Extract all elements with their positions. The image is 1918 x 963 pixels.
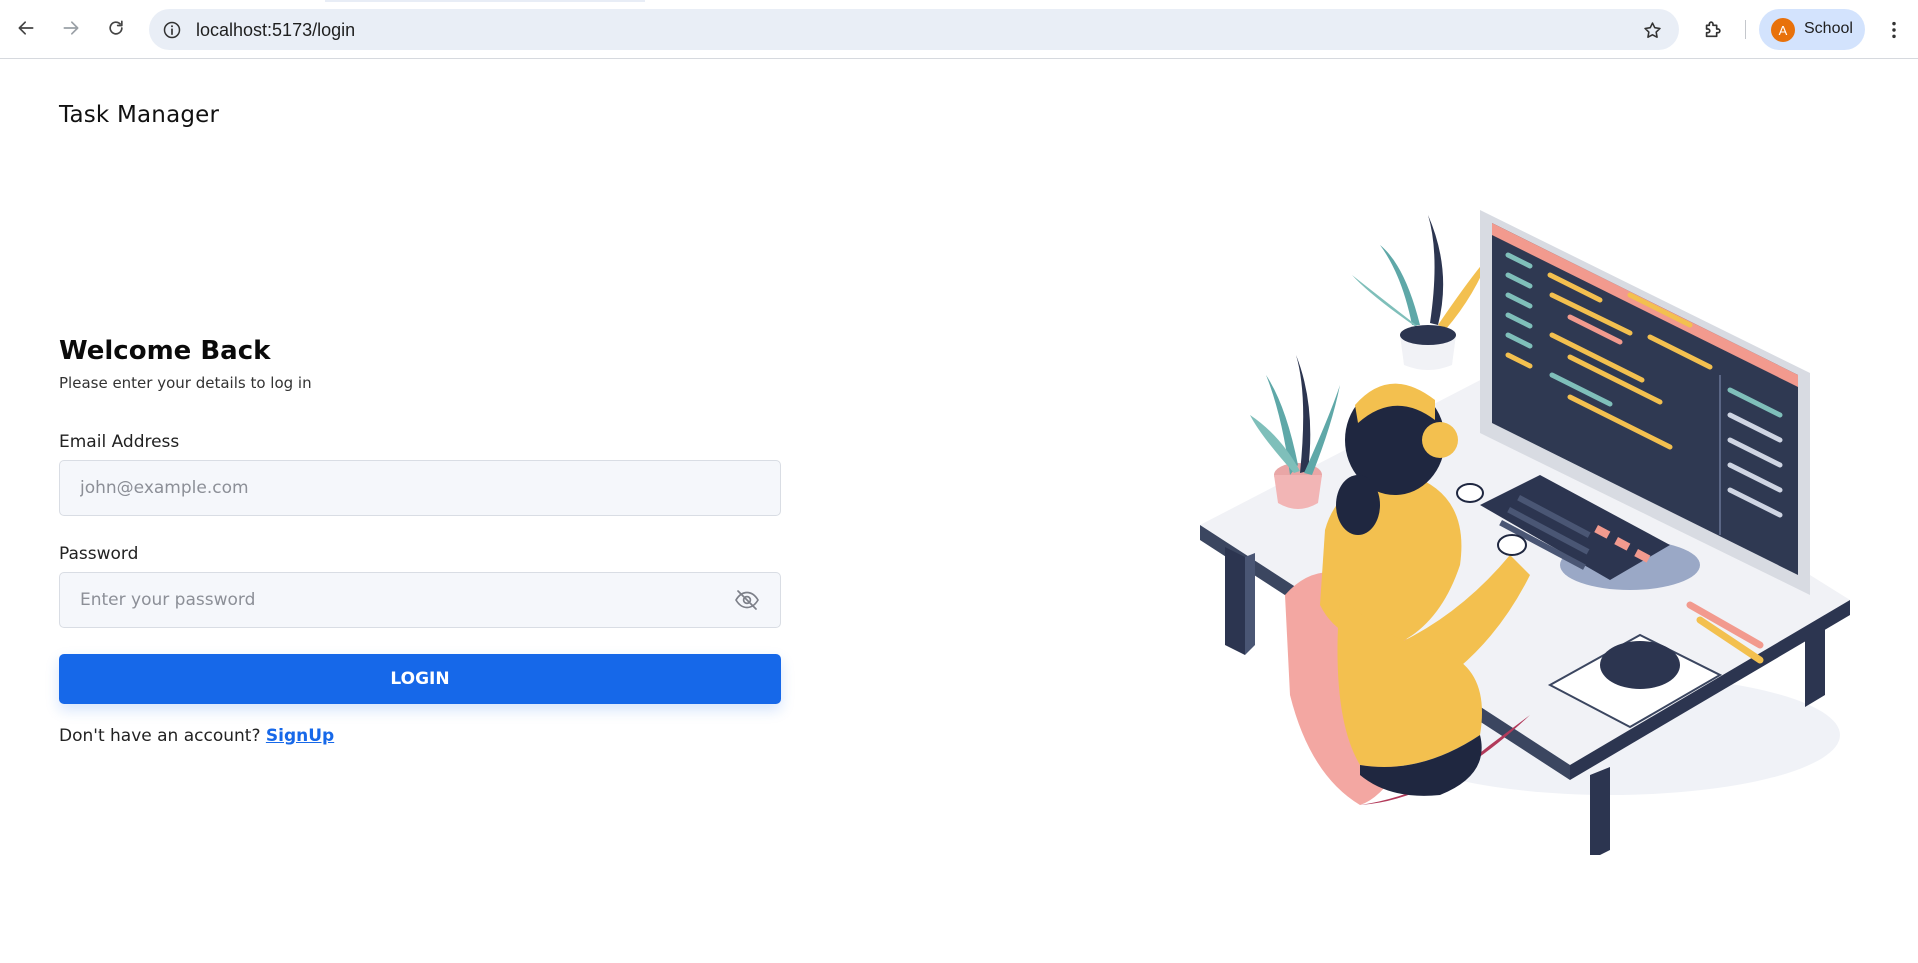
password-field[interactable] <box>80 573 720 627</box>
email-field-container <box>59 460 781 516</box>
browser-menu-button[interactable] <box>1880 15 1908 45</box>
avatar: A <box>1771 18 1795 42</box>
signup-prompt-text: Don't have an account? <box>59 726 261 746</box>
signup-link[interactable]: SignUp <box>266 726 334 746</box>
tab-strip-hint <box>325 0 645 2</box>
page-title: Welcome Back <box>59 336 271 366</box>
browser-toolbar: localhost:5173/login A School <box>0 0 1918 59</box>
signup-prompt: Don't have an account? SignUp <box>59 725 334 747</box>
kebab-menu-icon <box>1892 21 1896 39</box>
arrow-right-icon <box>63 21 79 35</box>
forward-button[interactable] <box>56 13 86 43</box>
email-field[interactable] <box>80 461 720 515</box>
puzzle-icon <box>1705 21 1721 38</box>
app-title: Task Manager <box>59 102 220 128</box>
bookmark-star-icon[interactable] <box>1641 19 1663 41</box>
profile-button[interactable]: A School <box>1759 9 1865 50</box>
extensions-button[interactable] <box>1699 15 1727 43</box>
back-button[interactable] <box>11 13 41 43</box>
toolbar-divider <box>1745 20 1746 39</box>
reload-icon <box>109 20 123 35</box>
arrow-left-icon <box>18 21 34 35</box>
email-label: Email Address <box>59 432 180 452</box>
workspace-illustration <box>1200 210 1850 855</box>
url-text[interactable]: localhost:5173/login <box>196 19 355 41</box>
profile-name: School <box>1804 20 1853 37</box>
login-form: Welcome Back Please enter your details t… <box>59 333 781 746</box>
address-bar[interactable]: localhost:5173/login <box>149 9 1679 50</box>
password-field-container <box>59 572 781 628</box>
page-subtitle: Please enter your details to log in <box>59 374 312 392</box>
eye-off-icon[interactable] <box>734 589 760 611</box>
reload-button[interactable] <box>101 13 131 43</box>
password-label: Password <box>59 544 139 564</box>
login-button[interactable]: LOGIN <box>59 654 781 704</box>
site-info-icon[interactable] <box>161 19 182 40</box>
